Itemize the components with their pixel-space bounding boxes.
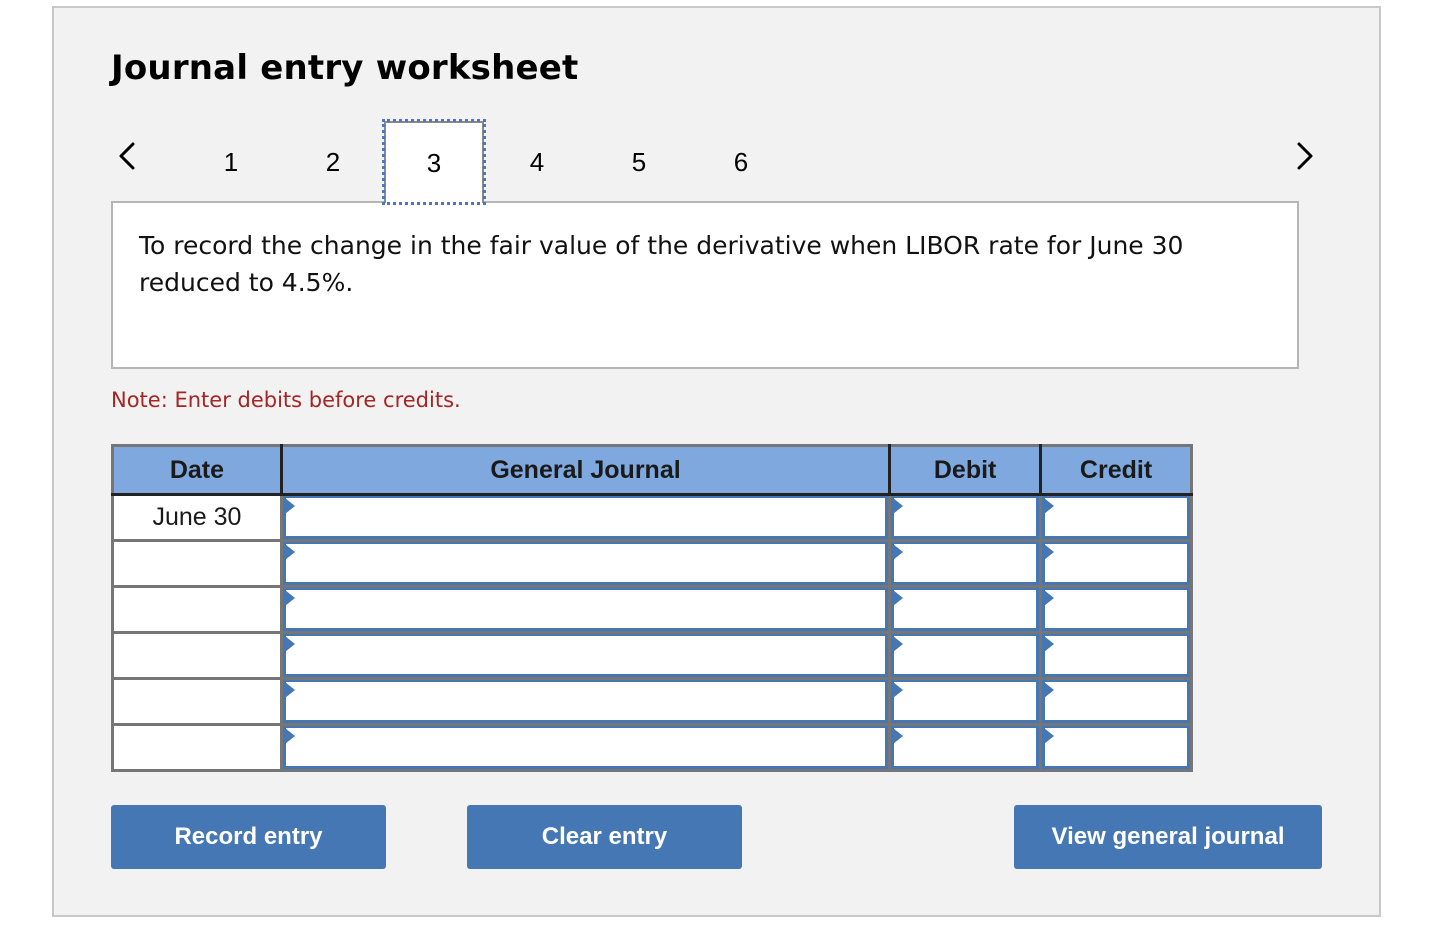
column-header-general-journal: General Journal [281, 445, 892, 496]
debit-input[interactable] [891, 726, 1040, 769]
field-marker-icon [284, 498, 295, 514]
account-cell [281, 724, 892, 771]
credit-cell [1040, 540, 1192, 588]
credit-cell [1040, 586, 1192, 634]
table-row [112, 586, 1192, 634]
field-marker-icon [893, 590, 904, 606]
table-row [112, 632, 1192, 680]
debit-input[interactable] [891, 680, 1040, 723]
account-input[interactable] [282, 680, 889, 723]
credit-input[interactable] [1042, 634, 1190, 677]
credit-input[interactable] [1042, 680, 1190, 723]
credit-cell [1040, 494, 1192, 542]
table-row [112, 724, 1192, 771]
next-page-button[interactable] [1290, 136, 1320, 176]
field-marker-icon [284, 682, 295, 698]
account-input[interactable] [282, 496, 889, 539]
table-row: June 30 [112, 494, 1192, 542]
worksheet-title: Journal entry worksheet [111, 48, 579, 88]
field-marker-icon [284, 728, 295, 744]
view-general-journal-button[interactable]: View general journal [1014, 805, 1322, 869]
date-cell [112, 632, 283, 680]
journal-entry-table: Date General Journal Debit Credit June 3… [111, 444, 1193, 772]
debit-cell [889, 724, 1043, 771]
page-tab-4[interactable]: 4 [487, 121, 587, 203]
field-marker-icon [893, 682, 904, 698]
field-marker-icon [284, 544, 295, 560]
debit-cell [889, 678, 1043, 726]
date-cell: June 30 [112, 494, 283, 542]
debit-cell [889, 632, 1043, 680]
field-marker-icon [893, 544, 904, 560]
account-input[interactable] [282, 634, 889, 677]
date-cell [112, 586, 283, 634]
debit-cell [889, 586, 1043, 634]
field-marker-icon [284, 636, 295, 652]
column-header-credit: Credit [1040, 445, 1192, 496]
transaction-description: To record the change in the fair value o… [139, 231, 1184, 297]
previous-page-button[interactable] [112, 136, 142, 176]
chevron-left-icon [117, 140, 137, 172]
debit-input[interactable] [891, 496, 1040, 539]
account-input[interactable] [282, 588, 889, 631]
field-marker-icon [1044, 728, 1055, 744]
credit-input[interactable] [1042, 542, 1190, 585]
table-row [112, 678, 1192, 726]
table-header-row: Date General Journal Debit Credit [112, 445, 1192, 496]
account-cell [281, 632, 892, 680]
record-entry-button[interactable]: Record entry [111, 805, 386, 869]
field-marker-icon [1044, 682, 1055, 698]
debit-cell [889, 540, 1043, 588]
page-tab-6[interactable]: 6 [691, 121, 791, 203]
account-input[interactable] [282, 542, 889, 585]
chevron-right-icon [1295, 140, 1315, 172]
debit-input[interactable] [891, 588, 1040, 631]
column-header-debit: Debit [889, 445, 1043, 496]
debit-cell [889, 494, 1043, 542]
account-cell [281, 540, 892, 588]
field-marker-icon [284, 590, 295, 606]
credit-cell [1041, 725, 1192, 771]
credit-input[interactable] [1042, 588, 1190, 631]
transaction-description-box: To record the change in the fair value o… [111, 201, 1299, 369]
clear-entry-button[interactable]: Clear entry [467, 805, 742, 869]
column-header-date: Date [112, 445, 283, 496]
field-marker-icon [893, 728, 904, 744]
field-marker-icon [1044, 590, 1055, 606]
page-tab-5[interactable]: 5 [589, 121, 689, 203]
debit-input[interactable] [891, 634, 1040, 677]
date-cell [112, 724, 283, 771]
credit-input[interactable] [1042, 496, 1190, 539]
table-row [112, 540, 1192, 588]
credit-cell [1040, 632, 1192, 680]
account-cell [281, 678, 892, 726]
debit-input[interactable] [891, 542, 1040, 585]
field-marker-icon [1044, 498, 1055, 514]
account-input[interactable] [282, 726, 889, 769]
field-marker-icon [893, 498, 904, 514]
journal-worksheet-panel: Journal entry worksheet 1 2 3 4 5 6 To r… [52, 6, 1381, 917]
date-cell [112, 540, 283, 588]
account-cell [281, 494, 892, 542]
page-tab-2[interactable]: 2 [283, 121, 383, 203]
credit-input[interactable] [1042, 726, 1190, 769]
date-cell [112, 678, 283, 726]
page-tab-3-active[interactable]: 3 [382, 119, 486, 205]
field-marker-icon [1044, 544, 1055, 560]
credit-cell [1040, 678, 1192, 726]
field-marker-icon [893, 636, 904, 652]
field-marker-icon [1044, 636, 1055, 652]
account-cell [281, 586, 892, 634]
page-tab-1[interactable]: 1 [181, 121, 281, 203]
entry-note: Note: Enter debits before credits. [111, 388, 461, 412]
